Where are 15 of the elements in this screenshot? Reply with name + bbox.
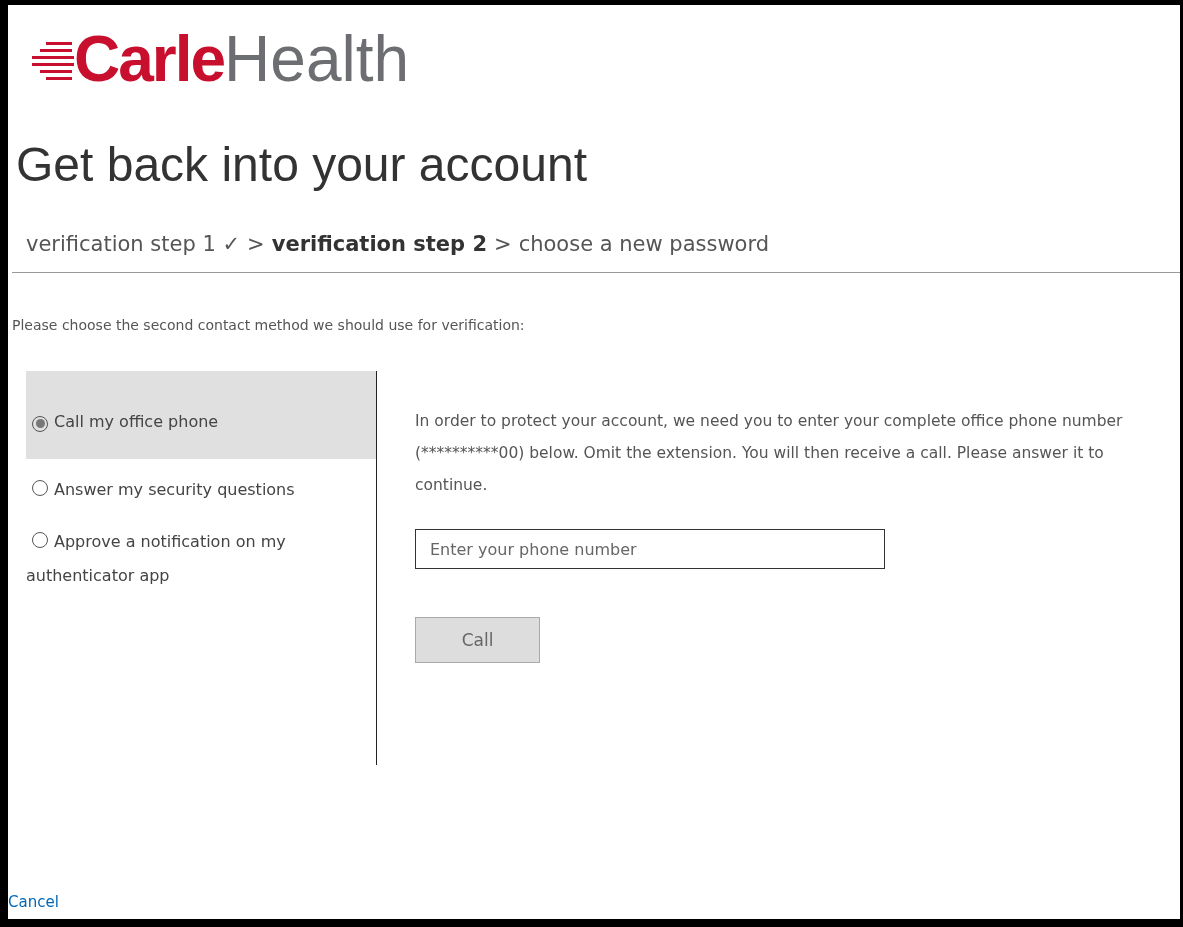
logo-brand: Carle (74, 22, 225, 96)
step-label: verification step 1 ✓ (26, 232, 241, 256)
page-title: Get back into your account (16, 137, 588, 192)
step-label: choose a new password (518, 232, 770, 256)
phone-input[interactable]: Enter your phone number (415, 529, 885, 569)
step-label: verification step 2 (271, 232, 488, 256)
step-separator: > (494, 232, 512, 256)
description-text: In order to protect your account, we need you to enter your complete office phone number (**********00) below. Omit the extension. You will then receive a call. Please answer it to continue. (415, 411, 1124, 496)
method-option[interactable]: Answer my security questions (26, 459, 376, 511)
step-separator: > (247, 232, 265, 256)
method-option[interactable]: Approve a notification on my authenticator app (26, 511, 376, 597)
instruction-text: Please choose the second contact method we should use for verification: (12, 317, 526, 333)
cancel-link[interactable]: Cancel (8, 893, 59, 911)
method-option[interactable]: Call my office phone (26, 371, 376, 459)
logo-suffix: Health (224, 22, 410, 96)
